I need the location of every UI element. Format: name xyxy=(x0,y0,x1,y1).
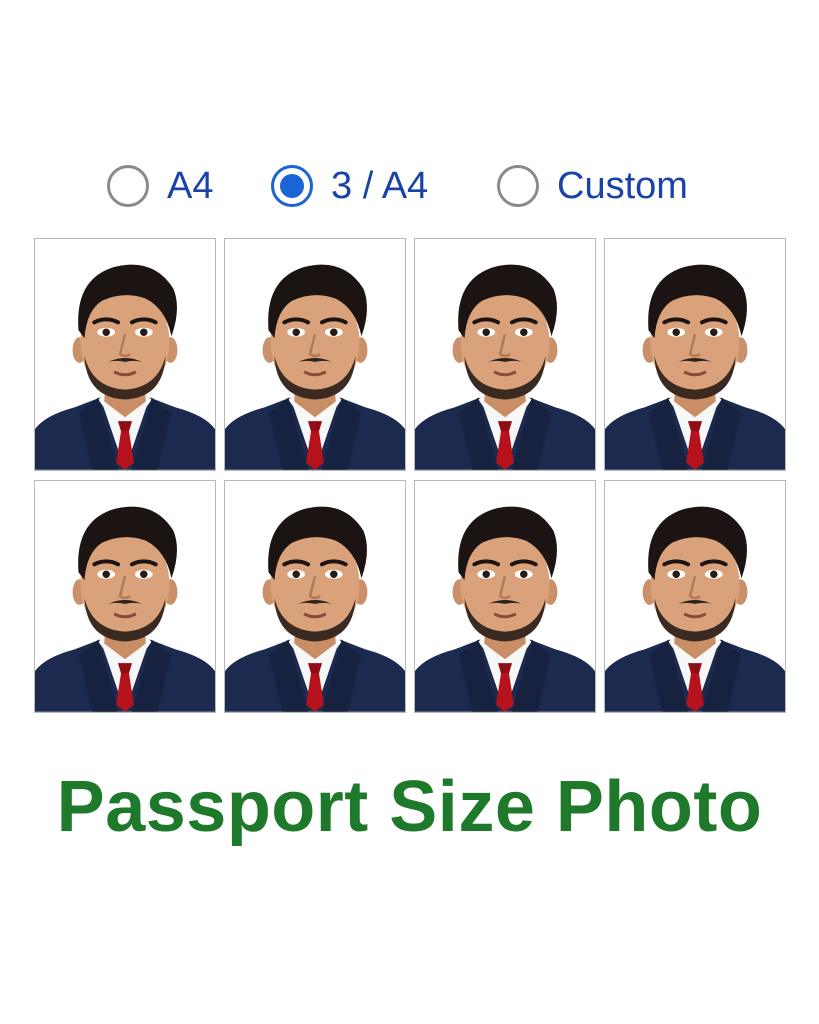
portrait-image xyxy=(605,481,785,712)
portrait-image xyxy=(35,239,215,470)
passport-photo xyxy=(604,238,786,471)
radio-selected-dot xyxy=(280,174,304,198)
page-title: Passport Size Photo xyxy=(56,767,763,847)
passport-photo-grid xyxy=(34,238,786,714)
passport-photo xyxy=(224,480,406,713)
size-option-label: A4 xyxy=(167,165,214,207)
radio-a4[interactable] xyxy=(107,165,149,207)
passport-photo xyxy=(224,238,406,471)
passport-photo xyxy=(414,238,596,471)
portrait-image xyxy=(225,239,405,470)
photo-size-options: A4 3 / A4 Custom xyxy=(0,156,819,216)
size-option-label: Custom xyxy=(557,165,688,207)
size-option-custom[interactable]: Custom xyxy=(497,156,688,216)
passport-photo xyxy=(34,238,216,471)
size-option-3-per-a4[interactable]: 3 / A4 xyxy=(271,156,428,216)
portrait-image xyxy=(35,481,215,712)
portrait-image xyxy=(415,239,595,470)
passport-photo xyxy=(414,480,596,713)
portrait-image xyxy=(605,239,785,470)
radio-3-per-a4[interactable] xyxy=(271,165,313,207)
radio-custom[interactable] xyxy=(497,165,539,207)
size-option-label: 3 / A4 xyxy=(331,165,429,207)
passport-photo xyxy=(34,480,216,713)
portrait-image xyxy=(415,481,595,712)
passport-photo xyxy=(604,480,786,713)
portrait-image xyxy=(225,481,405,712)
size-option-a4[interactable]: A4 xyxy=(107,156,213,216)
